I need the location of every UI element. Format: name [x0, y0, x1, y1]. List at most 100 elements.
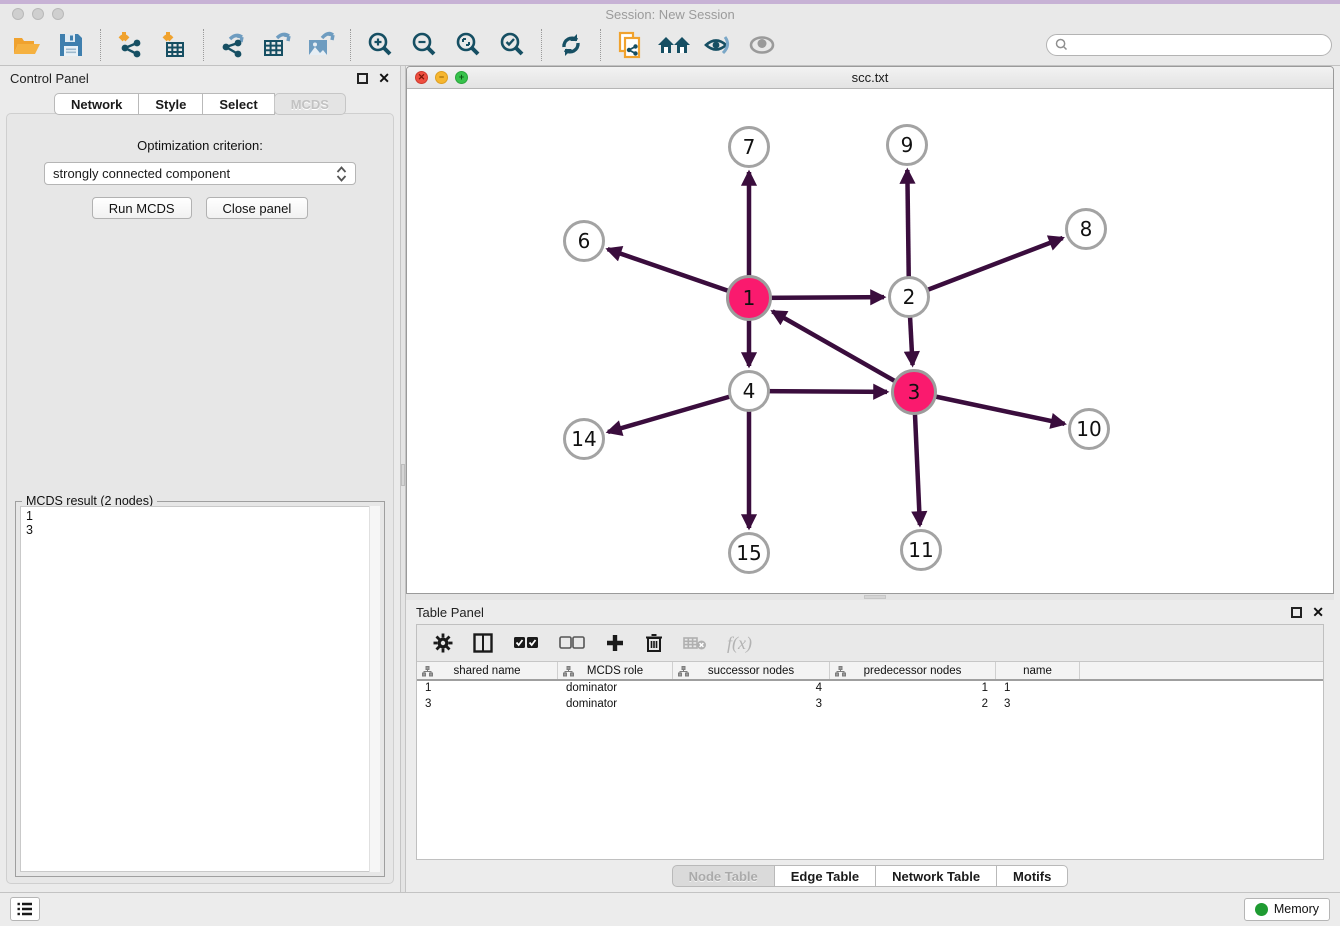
horizontal-splitter[interactable] — [406, 594, 1334, 600]
column-header-shared-name[interactable]: shared name — [417, 662, 558, 679]
show-graphics-details-button[interactable] — [743, 28, 781, 62]
task-history-button[interactable] — [10, 897, 40, 921]
memory-status-icon — [1255, 903, 1268, 916]
splitter-grip[interactable] — [401, 464, 405, 486]
delete-column-icon[interactable] — [645, 633, 663, 653]
edge-4-14[interactable] — [608, 391, 749, 432]
node-label: 11 — [908, 538, 933, 562]
network-close-button[interactable]: ✕ — [415, 71, 428, 84]
network-minimize-button[interactable]: − — [435, 71, 448, 84]
settings-gear-icon[interactable] — [433, 633, 453, 653]
table-cell[interactable]: 3 — [417, 697, 558, 713]
run-mcds-button[interactable]: Run MCDS — [92, 197, 192, 219]
tab-motifs[interactable]: Motifs — [996, 865, 1068, 887]
float-panel-icon[interactable] — [1291, 607, 1302, 618]
network-window-title: scc.txt — [852, 70, 889, 85]
search-field[interactable] — [1046, 34, 1332, 56]
add-column-icon[interactable] — [605, 633, 625, 653]
save-session-button[interactable] — [52, 28, 90, 62]
column-header-successor-nodes[interactable]: successor nodes — [673, 662, 830, 679]
minimize-window-button[interactable] — [32, 8, 44, 20]
delete-table-icon[interactable] — [683, 635, 707, 651]
close-window-button[interactable] — [12, 8, 24, 20]
column-header-name[interactable]: name — [996, 662, 1080, 679]
table-panel-tabs: Node TableEdge TableNetwork TableMotifs — [406, 860, 1334, 892]
zoom-out-button[interactable] — [405, 28, 443, 62]
memory-label: Memory — [1274, 902, 1319, 916]
graph-node-3[interactable]: 3 — [891, 369, 937, 415]
close-panel-icon[interactable]: ✕ — [1312, 605, 1324, 619]
close-panel-button[interactable]: Close panel — [206, 197, 309, 219]
graph-node-11[interactable]: 11 — [900, 529, 942, 571]
graph-node-6[interactable]: 6 — [563, 220, 605, 262]
edge-3-10[interactable] — [914, 392, 1065, 424]
main-area: Control Panel ✕ NetworkStyleSelectMCDS O… — [0, 66, 1340, 892]
memory-button[interactable]: Memory — [1244, 898, 1330, 921]
mcds-result-text[interactable]: 1 3 — [20, 506, 380, 872]
import-network-button[interactable] — [111, 28, 149, 62]
tab-select[interactable]: Select — [202, 93, 274, 115]
close-panel-icon[interactable]: ✕ — [378, 71, 390, 85]
column-header-MCDS-role[interactable]: MCDS role — [558, 662, 673, 679]
import-table-button[interactable] — [155, 28, 193, 62]
table-cell[interactable]: 1 — [417, 681, 558, 697]
edge-3-1[interactable] — [772, 311, 914, 392]
main-toolbar — [0, 24, 1340, 66]
float-panel-icon[interactable] — [357, 73, 368, 84]
vertical-splitter[interactable] — [400, 66, 406, 892]
table-cell[interactable]: 1 — [830, 681, 996, 697]
zoom-window-button[interactable] — [52, 8, 64, 20]
mcds-result-scrollbar[interactable] — [369, 506, 380, 872]
zoom-fit-icon — [454, 31, 482, 59]
tab-mcds[interactable]: MCDS — [274, 93, 346, 115]
table-panel: Table Panel ✕ — [406, 600, 1334, 892]
graph-node-7[interactable]: 7 — [728, 126, 770, 168]
zoom-fit-button[interactable] — [449, 28, 487, 62]
table-cell[interactable]: 3 — [673, 697, 830, 713]
tab-network[interactable]: Network — [54, 93, 139, 115]
table-row[interactable]: 1dominator411 — [417, 681, 1323, 697]
refresh-button[interactable] — [552, 28, 590, 62]
deselect-all-icon[interactable] — [559, 636, 585, 650]
tab-network-table[interactable]: Network Table — [875, 865, 997, 887]
export-table-button[interactable] — [258, 28, 296, 62]
homes-button[interactable] — [655, 28, 693, 62]
column-header-predecessor-nodes[interactable]: predecessor nodes — [830, 662, 996, 679]
export-image-button[interactable] — [302, 28, 340, 62]
table-row[interactable]: 3dominator323 — [417, 697, 1323, 713]
node-table[interactable]: shared nameMCDS rolesuccessor nodesprede… — [417, 661, 1323, 859]
table-cell[interactable]: 1 — [996, 681, 1080, 697]
splitter-grip[interactable] — [864, 595, 886, 599]
optimization-criterion-select[interactable]: strongly connected component — [44, 162, 356, 185]
tab-style[interactable]: Style — [138, 93, 203, 115]
split-columns-icon[interactable] — [473, 633, 493, 653]
select-all-icon[interactable] — [513, 636, 539, 650]
window-traffic-lights[interactable] — [12, 8, 64, 20]
tab-node-table[interactable]: Node Table — [672, 865, 775, 887]
tab-edge-table[interactable]: Edge Table — [774, 865, 876, 887]
graph-node-4[interactable]: 4 — [728, 370, 770, 412]
hide-graphics-details-button[interactable] — [699, 28, 737, 62]
network-canvas[interactable]: 7 9 6 8 1 2 4 3 14 10 15 11 — [407, 89, 1333, 593]
table-cell[interactable]: dominator — [558, 697, 673, 713]
graph-node-15[interactable]: 15 — [728, 532, 770, 574]
network-zoom-button[interactable]: + — [455, 71, 468, 84]
table-cell[interactable]: dominator — [558, 681, 673, 697]
clone-network-button[interactable] — [611, 28, 649, 62]
zoom-in-button[interactable] — [361, 28, 399, 62]
graph-node-9[interactable]: 9 — [886, 124, 928, 166]
zoom-selected-button[interactable] — [493, 28, 531, 62]
open-session-button[interactable] — [8, 28, 46, 62]
function-builder-button[interactable]: f(x) — [727, 633, 752, 654]
table-cell[interactable]: 3 — [996, 697, 1080, 713]
table-cell[interactable]: 4 — [673, 681, 830, 697]
graph-node-14[interactable]: 14 — [563, 418, 605, 460]
graph-node-10[interactable]: 10 — [1068, 408, 1110, 450]
graph-node-8[interactable]: 8 — [1065, 208, 1107, 250]
search-input[interactable] — [1073, 37, 1323, 53]
graph-node-1[interactable]: 1 — [726, 275, 772, 321]
edge-2-8[interactable] — [909, 238, 1063, 297]
export-network-button[interactable] — [214, 28, 252, 62]
table-cell[interactable]: 2 — [830, 697, 996, 713]
graph-node-2[interactable]: 2 — [888, 276, 930, 318]
